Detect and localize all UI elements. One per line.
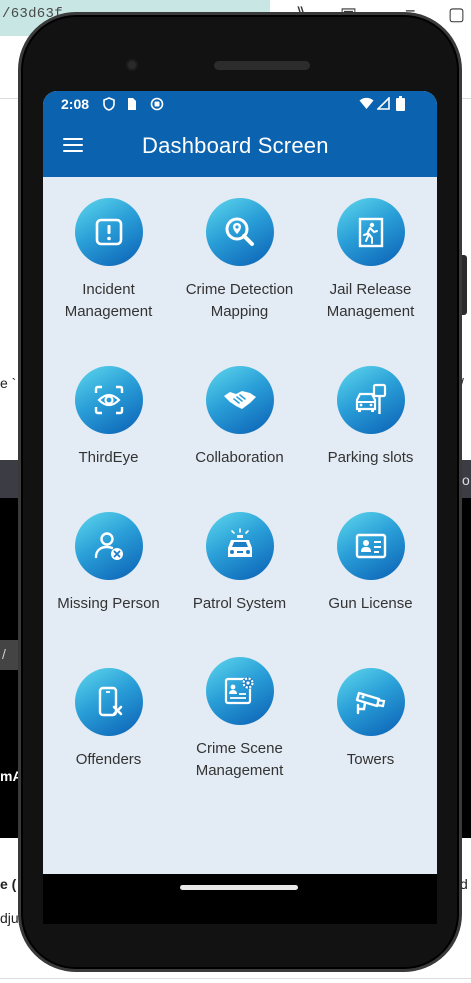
eye-scan-icon (74, 366, 143, 434)
tile-label: Towers (346, 751, 395, 768)
wifi-icon (359, 97, 374, 109)
home-indicator[interactable] (180, 885, 298, 890)
tile-label: Incident Management (64, 281, 153, 320)
tile-label: Offenders (75, 751, 142, 768)
front-camera (126, 59, 138, 71)
status-bar: 2:08 (43, 91, 437, 117)
tile-missing-person[interactable]: Missing Person (43, 512, 174, 615)
id-card-icon (336, 512, 405, 580)
sim-card-icon (128, 98, 136, 110)
tile-label: Parking slots (327, 449, 414, 466)
nav-bar (43, 874, 437, 924)
page-fragment: e ( (0, 876, 17, 892)
exit-door-icon (336, 198, 405, 266)
app-bar: Dashboard Screen (43, 117, 437, 177)
window-icon[interactable]: ▢ (448, 4, 465, 25)
parking-icon (336, 366, 405, 434)
tile-label: Crime Scene Management (195, 740, 284, 779)
cctv-camera-icon (336, 668, 405, 736)
page-fragment: e ` (0, 375, 17, 391)
tile-label: Missing Person (57, 595, 160, 612)
divider (0, 978, 471, 979)
settings-id-icon (205, 657, 274, 725)
handshake-icon (205, 366, 274, 434)
signal-icon (377, 97, 390, 110)
tile-label: Crime Detection Mapping (185, 281, 294, 320)
tile-towers[interactable]: Towers (305, 668, 436, 771)
tile-thirdeye[interactable]: ThirdEye (43, 366, 174, 469)
tile-patrol-system[interactable]: Patrol System (174, 512, 305, 615)
page-title: Dashboard Screen (142, 133, 329, 158)
battery-icon (396, 96, 405, 111)
tile-collaboration[interactable]: Collaboration (174, 366, 305, 469)
tile-incident-management[interactable]: Incident Management (43, 198, 174, 323)
tile-label: Gun License (328, 595, 413, 612)
page-fragment: o (462, 472, 470, 488)
sync-icon (150, 97, 164, 111)
status-time: 2:08 (61, 96, 90, 112)
speaker-grille (214, 61, 310, 70)
tile-label: Collaboration (195, 449, 284, 466)
tile-label: Jail Release Management (326, 281, 415, 320)
police-car-icon (205, 512, 274, 580)
alert-icon (74, 198, 143, 266)
missing-person-icon (74, 512, 143, 580)
shield-icon (103, 97, 115, 111)
tile-offenders[interactable]: Offenders (43, 668, 174, 771)
page-fragment: dju (0, 910, 19, 926)
tile-jail-release-management[interactable]: Jail Release Management (305, 198, 436, 323)
tile-parking-slots[interactable]: Parking slots (305, 366, 436, 469)
tile-crime-detection-mapping[interactable]: Crime Detection Mapping (174, 198, 305, 323)
tile-label: Patrol System (192, 595, 287, 612)
page-fragment: / (2, 646, 6, 662)
search-location-icon (205, 198, 274, 266)
tile-gun-license[interactable]: Gun License (305, 512, 436, 615)
tile-label: ThirdEye (78, 449, 139, 466)
phone-cancel-icon (74, 668, 143, 736)
app-screen: 2:08 Dashboard Screen Incident Managemen… (43, 91, 437, 874)
tile-crime-scene-management[interactable]: Crime Scene Management (174, 657, 305, 782)
menu-icon[interactable] (63, 138, 83, 152)
